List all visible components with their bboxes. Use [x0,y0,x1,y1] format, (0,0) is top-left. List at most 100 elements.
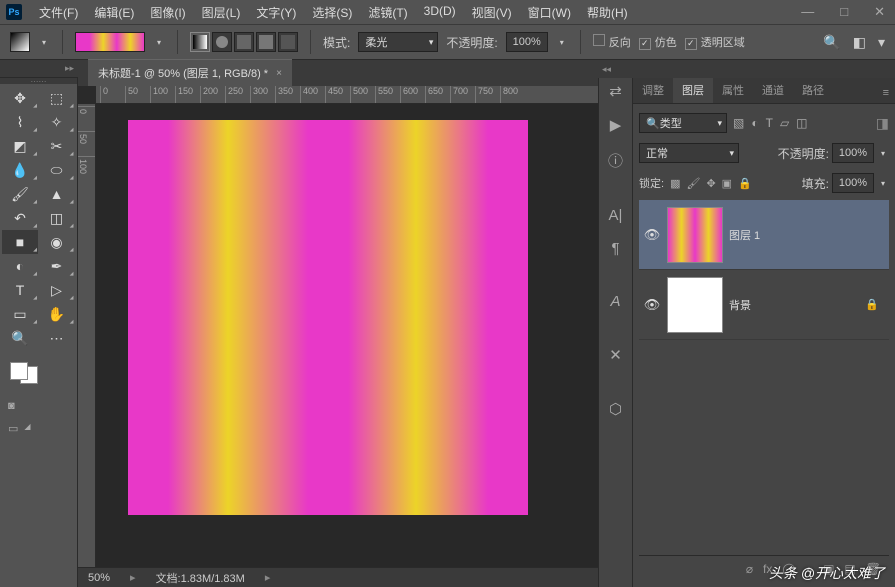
menu-filter[interactable]: 滤镜(T) [361,1,414,24]
diamond-gradient-button[interactable] [278,32,298,52]
move-tool[interactable]: ✥◢ [2,86,38,110]
transparency-checkbox[interactable]: ✓透明区域 [685,34,745,50]
minimize-button[interactable]: — [797,4,818,20]
zoom-tool[interactable]: 🔍 [2,326,38,350]
layer-blend-select[interactable]: 正常 [639,143,739,163]
lock-position-icon[interactable]: ✥ [706,177,715,190]
menu-view[interactable]: 视图(V) [465,1,519,24]
menu-type[interactable]: 文字(Y) [249,1,303,24]
reverse-checkbox[interactable]: 反向 [593,34,631,50]
fill-input[interactable]: 100% [832,173,874,193]
actions-panel-icon[interactable]: ▶ [610,116,622,134]
dodge-tool[interactable]: ◐◢ [2,254,38,278]
info-panel-icon[interactable]: ⓘ [608,150,623,171]
filter-type-select[interactable]: 🔍 类型 [639,113,727,133]
filter-type-icon[interactable]: T [766,116,773,130]
visibility-toggle[interactable]: 👁 [643,297,661,313]
paragraph-panel-icon[interactable]: ¶ [611,240,619,257]
workspace-icon[interactable]: ▾ [878,34,885,51]
close-button[interactable]: ✕ [870,4,889,20]
tool-collapse-bar[interactable]: ▸▸ [0,60,78,78]
patch-tool[interactable]: ⬭◢ [39,158,75,182]
layer-row[interactable]: 👁 图层 1 [639,200,889,270]
tab-channels[interactable]: 通道 [753,77,793,103]
path-select-tool[interactable]: ▷◢ [39,278,75,302]
slice-tool[interactable]: ✂◢ [39,134,75,158]
eyedropper-tool[interactable]: 💧◢ [2,158,38,182]
menu-image[interactable]: 图像(I) [143,1,192,24]
type-tool[interactable]: T◢ [2,278,38,302]
menu-layer[interactable]: 图层(L) [195,1,248,24]
character-panel-icon[interactable]: A| [609,207,623,224]
gradient-dropdown[interactable]: ▾ [153,38,165,47]
reflected-gradient-button[interactable] [256,32,276,52]
dither-checkbox[interactable]: ✓仿色 [639,34,677,50]
lock-image-icon[interactable]: 🖌 [686,177,700,190]
filter-smart-icon[interactable]: ◫ [796,116,807,130]
menu-file[interactable]: 文件(F) [32,1,85,24]
menu-3d[interactable]: 3D(D) [417,1,463,24]
filter-toggle[interactable]: ◨ [876,115,889,132]
screen-mode-icon[interactable]: ▭ [8,422,18,435]
pen-tool[interactable]: ✒◢ [39,254,75,278]
angle-gradient-button[interactable] [234,32,254,52]
tab-layers[interactable]: 图层 [673,77,713,103]
layer-thumbnail[interactable] [667,277,723,333]
close-tab-icon[interactable]: × [276,68,282,79]
doc-status[interactable]: 文档:1.83M/1.83M [156,570,245,586]
layer-name[interactable]: 图层 1 [729,227,885,243]
3d-panel-icon[interactable]: ⬡ [609,400,622,418]
hand-tool[interactable]: ✋◢ [39,302,75,326]
magic-wand-tool[interactable]: ✧◢ [39,110,75,134]
blur-tool[interactable]: ◉◢ [39,230,75,254]
search-icon[interactable]: 🔍 [823,34,840,51]
stamp-tool[interactable]: ▲◢ [39,182,75,206]
edit-toolbar[interactable]: ⋯ [39,326,75,350]
tab-paths[interactable]: 路径 [793,77,833,103]
glyphs-panel-icon[interactable]: A [610,293,620,310]
tool-preset-dropdown[interactable]: ▾ [38,38,50,47]
layer-name[interactable]: 背景 [729,297,859,313]
opacity-input[interactable]: 100% [506,32,548,52]
foreground-color[interactable] [10,362,28,380]
menu-window[interactable]: 窗口(W) [521,1,578,24]
eraser-tool[interactable]: ◫◢ [39,206,75,230]
lock-artboard-icon[interactable]: ▣ [722,177,732,190]
share-icon[interactable]: ◧ [853,34,866,51]
visibility-toggle[interactable]: 👁 [643,227,661,243]
crop-tool[interactable]: ◩◢ [2,134,38,158]
marquee-tool[interactable]: ⬚◢ [39,86,75,110]
quick-mask-icon[interactable]: ◙ [8,400,15,412]
lock-all-icon[interactable]: 🔒 [738,177,752,190]
zoom-level[interactable]: 50% [88,572,110,584]
shape-tool[interactable]: ▭◢ [2,302,38,326]
link-layers-icon[interactable]: ⌀ [746,562,753,576]
radial-gradient-button[interactable] [212,32,232,52]
lasso-tool[interactable]: ⌇◢ [2,110,38,134]
maximize-button[interactable]: □ [836,4,852,20]
panel-menu-icon[interactable]: ≡ [877,83,895,103]
lock-transparency-icon[interactable]: ▩ [670,177,680,190]
canvas[interactable] [96,104,598,567]
tab-adjustments[interactable]: 调整 [633,77,673,103]
gradient-tool[interactable]: ■◢ [2,230,38,254]
blend-mode-select[interactable]: 柔光 [358,32,438,52]
filter-shape-icon[interactable]: ▱ [780,116,789,130]
filter-adjust-icon[interactable]: ◐ [751,116,758,130]
brush-tool[interactable]: 🖌◢ [2,182,38,206]
tool-preset-picker[interactable] [10,32,30,52]
screen-mode-dropdown[interactable]: ◢ [24,422,30,435]
layer-opacity-input[interactable]: 100% [832,143,874,163]
menu-help[interactable]: 帮助(H) [580,1,635,24]
menu-edit[interactable]: 编辑(E) [87,1,141,24]
layer-thumbnail[interactable] [667,207,723,263]
history-brush-tool[interactable]: ↶◢ [2,206,38,230]
filter-pixel-icon[interactable]: ▧ [733,116,744,130]
tools-panel-icon[interactable]: ✕ [609,346,622,364]
layer-row[interactable]: 👁 背景 🔒 [639,270,889,340]
linear-gradient-button[interactable] [190,32,210,52]
history-panel-icon[interactable]: ⇄ [609,82,622,100]
document-tab[interactable]: 未标题-1 @ 50% (图层 1, RGB/8) * × [88,59,292,86]
gradient-editor[interactable] [75,32,145,52]
panel-collapse-bar[interactable]: ◂◂ [598,60,895,78]
